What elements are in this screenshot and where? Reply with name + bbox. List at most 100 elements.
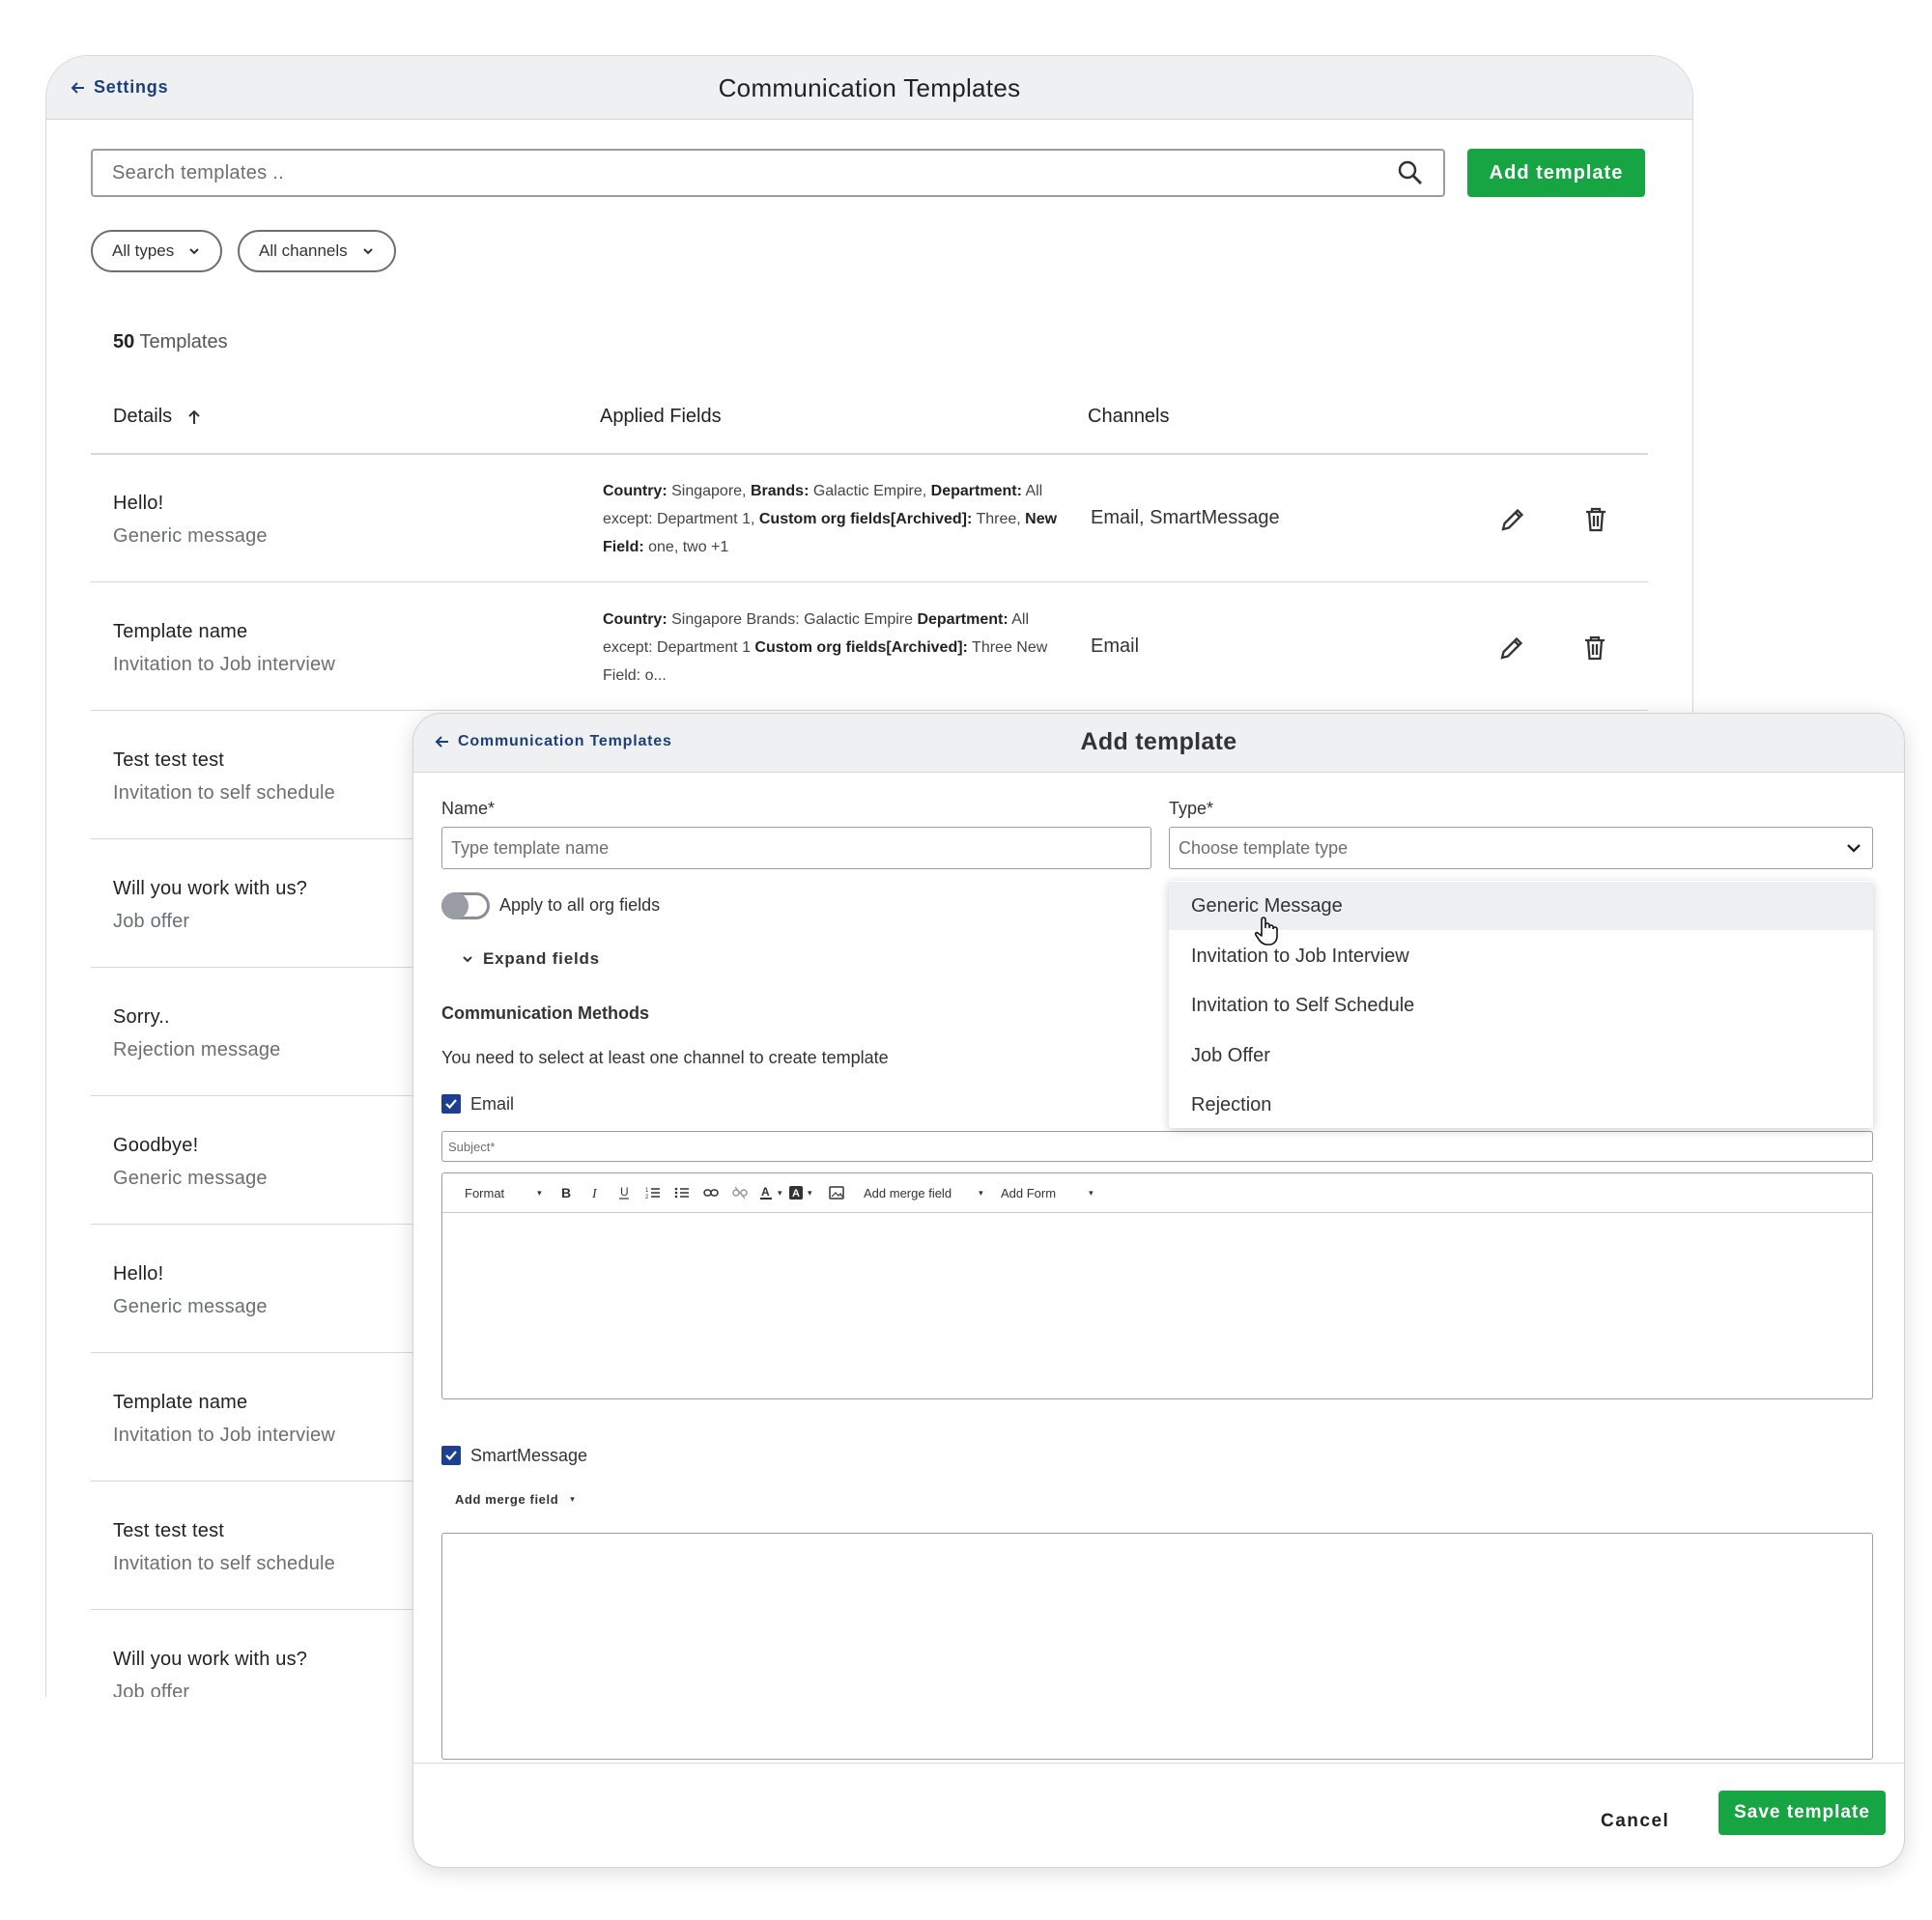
svg-text:U: U	[620, 1185, 629, 1199]
template-type-options: Generic Message Invitation to Job Interv…	[1169, 881, 1873, 1128]
pencil-edit-icon[interactable]	[1498, 505, 1527, 534]
window-header: Settings Communication Templates	[46, 56, 1692, 120]
row-name: Hello!	[113, 493, 164, 514]
chevron-down-icon	[463, 956, 472, 963]
sort-arrow-up-icon	[188, 409, 200, 424]
chevron-down-icon	[1847, 844, 1861, 853]
template-type-select[interactable]: Choose template type	[1169, 827, 1873, 869]
smartmessage-body-editor[interactable]	[441, 1533, 1873, 1760]
format-label: Format	[465, 1185, 505, 1200]
trash-delete-icon[interactable]	[1581, 505, 1610, 534]
email-checkbox[interactable]	[441, 1094, 461, 1114]
caret-down-icon: ▾	[570, 1494, 576, 1504]
row-channels: Email, SmartMessage	[1091, 507, 1280, 528]
table-header-divider	[91, 453, 1648, 455]
row-type: Generic message	[113, 525, 268, 547]
row-applied-fields: Country: Singapore Brands: Galactic Empi…	[603, 611, 1048, 684]
modal-title: Add template	[1080, 728, 1237, 755]
save-template-button[interactable]: Save template	[1719, 1791, 1886, 1835]
name-placeholder: Type template name	[451, 837, 610, 858]
background-color-button[interactable]: A ▾	[788, 1185, 812, 1200]
type-option[interactable]: Job Offer	[1169, 1031, 1873, 1080]
checkmark-icon	[445, 1451, 457, 1461]
trash-delete-icon[interactable]	[1580, 634, 1609, 663]
numbered-list-icon[interactable]: 12	[645, 1185, 661, 1200]
row-type: Generic message	[113, 1296, 268, 1317]
expand-label: Expand fields	[483, 949, 600, 968]
column-header-channels: Channels	[1088, 406, 1170, 428]
column-header-details[interactable]: Details	[113, 406, 203, 428]
type-placeholder: Choose template type	[1179, 837, 1349, 858]
smartmessage-checkbox[interactable]	[441, 1446, 461, 1465]
row-name: Template name	[113, 621, 248, 642]
filter-all-channels[interactable]: All channels	[238, 230, 396, 272]
link-icon[interactable]	[703, 1185, 719, 1200]
communication-methods-title: Communication Methods	[441, 1003, 649, 1023]
name-label: Name*	[441, 799, 496, 818]
search-input[interactable]: Search templates ..	[91, 149, 1445, 197]
column-label: Details	[113, 406, 173, 427]
expand-fields-button[interactable]: Expand fields	[462, 949, 600, 969]
add-merge-field-dropdown[interactable]: Add merge field ▾	[864, 1186, 983, 1200]
unlink-icon[interactable]	[732, 1185, 748, 1200]
svg-text:B: B	[561, 1185, 571, 1200]
merge-field-label: Add merge field	[864, 1185, 952, 1200]
chevron-down-icon	[189, 248, 199, 255]
text-color-button[interactable]: A ▾	[758, 1185, 782, 1200]
email-body-editor[interactable]	[441, 1212, 1873, 1399]
bullet-list-icon[interactable]	[674, 1185, 690, 1200]
caret-down-icon: ▾	[1089, 1187, 1094, 1198]
underline-icon[interactable]: U	[616, 1185, 632, 1200]
add-form-dropdown[interactable]: Add Form ▾	[1001, 1186, 1094, 1200]
row-name: Goodbye!	[113, 1135, 199, 1156]
filter-all-types[interactable]: All types	[91, 230, 223, 272]
column-header-applied-fields: Applied Fields	[600, 406, 722, 428]
cancel-button[interactable]: Cancel	[1601, 1811, 1669, 1832]
row-type: Job offer	[113, 1681, 190, 1697]
checkmark-icon	[445, 1099, 457, 1110]
search-placeholder: Search templates ..	[112, 161, 285, 184]
column-label: Applied Fields	[600, 406, 722, 427]
background-color-icon: A	[789, 1186, 803, 1200]
count-label: Templates	[139, 331, 228, 353]
subject-placeholder: Subject*	[448, 1139, 496, 1154]
row-type: Invitation to self schedule	[113, 782, 335, 804]
row-name: Test test test	[113, 749, 225, 771]
filter-label: All types	[112, 241, 175, 260]
svg-text:A: A	[792, 1188, 800, 1200]
search-icon[interactable]	[1397, 159, 1424, 186]
svg-text:1: 1	[645, 1188, 649, 1194]
italic-icon[interactable]: I	[587, 1185, 603, 1200]
toggle-label: Apply to all org fields	[499, 895, 661, 915]
row-name: Will you work with us?	[113, 1649, 308, 1670]
add-template-button[interactable]: Add template	[1467, 149, 1645, 197]
row-name: Hello!	[113, 1263, 164, 1285]
type-option[interactable]: Invitation to Self Schedule	[1169, 981, 1873, 1030]
svg-text:I: I	[591, 1187, 598, 1200]
count-number: 50	[113, 331, 135, 353]
type-option[interactable]: Rejection	[1169, 1081, 1873, 1129]
modal-footer-divider	[413, 1763, 1904, 1764]
apply-all-org-fields-toggle[interactable]	[441, 892, 490, 919]
bold-icon[interactable]: B	[558, 1185, 574, 1200]
chevron-down-icon	[362, 248, 373, 255]
svg-text:2: 2	[645, 1195, 649, 1200]
row-name: Will you work with us?	[113, 878, 308, 899]
row-divider	[91, 581, 1648, 582]
row-type: Invitation to Job interview	[113, 1425, 335, 1446]
smartmessage-merge-field-dropdown[interactable]: Add merge field ▾	[455, 1492, 575, 1507]
image-icon[interactable]	[829, 1185, 844, 1200]
communication-methods-hint: You need to select at least one channel …	[441, 1048, 889, 1067]
template-name-input[interactable]: Type template name	[441, 827, 1151, 869]
type-label: Type*	[1169, 799, 1214, 818]
pencil-edit-icon[interactable]	[1497, 634, 1526, 663]
filter-label: All channels	[259, 241, 348, 260]
add-form-label: Add Form	[1001, 1185, 1057, 1200]
row-type: Invitation to self schedule	[113, 1553, 335, 1574]
modal-header: Communication Templates Add template	[413, 714, 1904, 773]
email-label: Email	[470, 1094, 515, 1114]
column-label: Channels	[1088, 406, 1170, 427]
smartmessage-label: SmartMessage	[470, 1446, 588, 1465]
email-subject-input[interactable]: Subject*	[441, 1131, 1873, 1162]
format-dropdown[interactable]: Format ▾	[465, 1186, 542, 1200]
